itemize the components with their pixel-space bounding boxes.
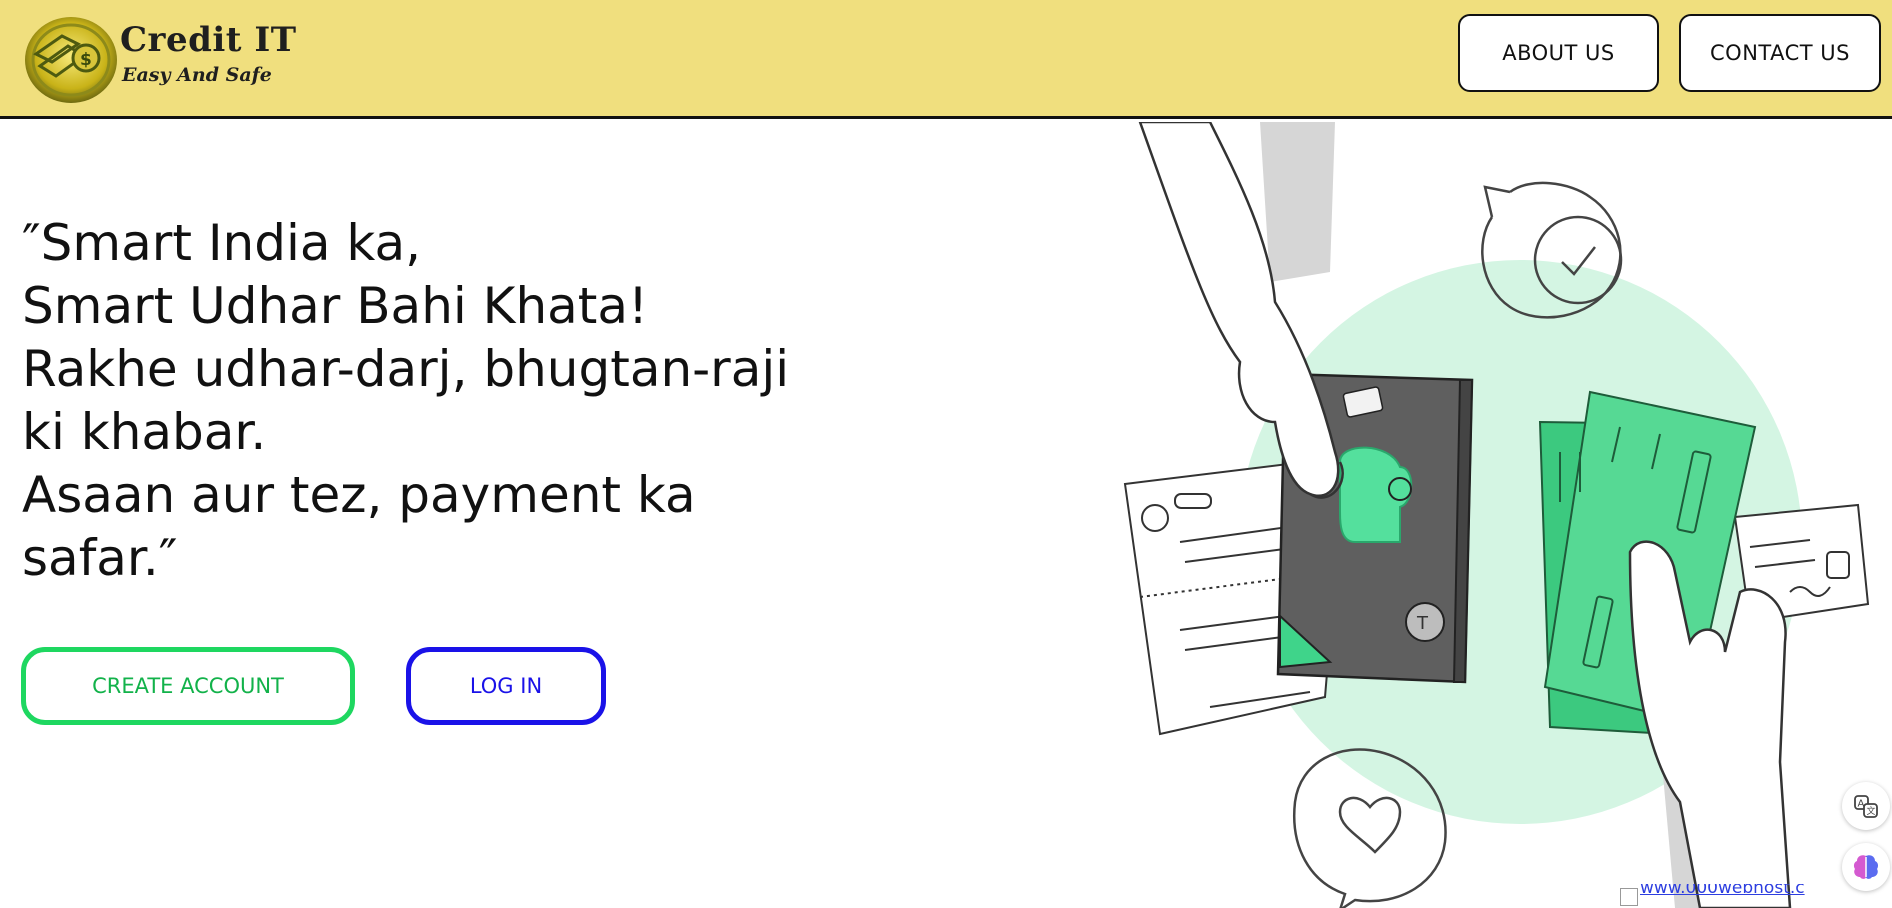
hosting-banner-image[interactable]: www.000webhost.c xyxy=(1620,884,1840,908)
tagline-line: ki khabar. xyxy=(22,403,267,461)
brand-title: Credit IT xyxy=(120,20,297,60)
site-header: $ Credit IT Easy And Safe ABOUT US CONTA… xyxy=(0,0,1892,119)
brand-logo[interactable]: $ Credit IT Easy And Safe xyxy=(22,14,296,109)
tagline-line: Smart Udhar Bahi Khata! xyxy=(22,277,649,335)
payment-illustration: T xyxy=(1123,122,1870,908)
sleeve-band xyxy=(1260,122,1335,282)
create-account-button[interactable]: CREATE ACCOUNT xyxy=(21,647,355,725)
tagline-line: safar.″ xyxy=(22,529,178,587)
hosting-banner-alt-text: www.000webhost.c xyxy=(1640,884,1805,898)
tagline-line: Rakhe udhar-darj, bhugtan-raji xyxy=(22,340,790,398)
brain-icon[interactable] xyxy=(1842,843,1890,891)
about-us-button[interactable]: ABOUT US xyxy=(1458,14,1659,92)
tagline-line: Asaan aur tez, payment ka xyxy=(22,466,696,524)
svg-text:文: 文 xyxy=(1867,805,1876,817)
translate-icon[interactable]: A 文 xyxy=(1842,782,1890,830)
tagline-line: ″Smart India ka, xyxy=(22,214,422,272)
svg-text:$: $ xyxy=(80,50,92,70)
svg-text:T: T xyxy=(1416,613,1429,634)
coin-logo-icon: $ xyxy=(25,17,117,103)
contact-us-button[interactable]: CONTACT US xyxy=(1679,14,1881,92)
brand-tagline: Easy And Safe xyxy=(122,64,272,86)
log-in-button[interactable]: LOG IN xyxy=(406,647,606,725)
hero-tagline: ″Smart India ka, Smart Udhar Bahi Khata!… xyxy=(22,212,852,590)
broken-image-icon xyxy=(1620,888,1638,906)
